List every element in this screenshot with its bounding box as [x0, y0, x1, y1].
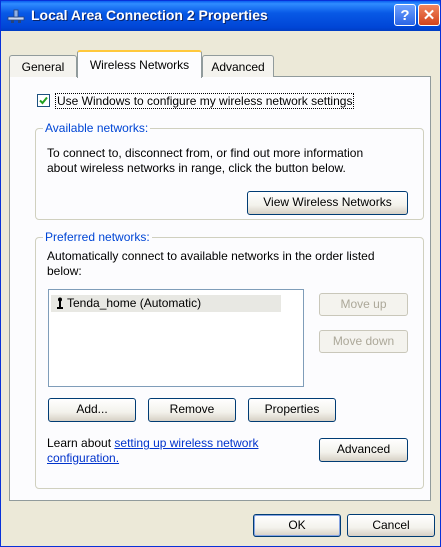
available-networks-legend: Available networks: — [43, 121, 151, 135]
remove-button[interactable]: Remove — [148, 398, 236, 422]
close-button[interactable]: ✕ — [418, 4, 440, 26]
remove-label: Remove — [169, 402, 215, 416]
move-up-button[interactable]: Move up — [319, 293, 408, 316]
tab-wireless-networks[interactable]: Wireless Networks — [77, 50, 202, 78]
learn-about-text: Learn about setting up wireless network — [47, 436, 258, 450]
view-wireless-networks-label: View Wireless Networks — [263, 195, 392, 209]
window-title: Local Area Connection 2 Properties — [31, 7, 268, 23]
learn-about-link[interactable]: setting up wireless network — [114, 436, 258, 450]
tab-advanced-label: Advanced — [211, 60, 265, 74]
ok-label: OK — [288, 518, 306, 532]
properties-button[interactable]: Properties — [248, 398, 336, 422]
add-button[interactable]: Add... — [48, 398, 136, 422]
use-windows-checkbox[interactable] — [37, 94, 50, 107]
close-icon: ✕ — [422, 7, 436, 24]
help-button[interactable]: ? — [394, 4, 416, 26]
wireless-antenna-icon — [56, 297, 64, 312]
move-down-label: Move down — [332, 334, 395, 348]
properties-dialog: Local Area Connection 2 Properties ? ✕ G… — [0, 0, 441, 547]
list-item-label: Tenda_home (Automatic) — [67, 296, 202, 310]
cancel-button[interactable]: Cancel — [347, 514, 435, 537]
preferred-networks-list[interactable]: Tenda_home (Automatic) — [48, 289, 304, 387]
tab-advanced[interactable]: Advanced — [202, 55, 274, 77]
view-wireless-networks-button[interactable]: View Wireless Networks — [247, 191, 408, 215]
properties-label: Properties — [264, 402, 320, 416]
tab-general-label: General — [21, 60, 65, 74]
advanced-button[interactable]: Advanced — [319, 438, 408, 462]
advanced-label: Advanced — [336, 442, 391, 456]
available-networks-text-line1: To connect to, disconnect from, or find … — [47, 146, 364, 160]
move-up-label: Move up — [340, 297, 387, 311]
preferred-networks-text-line2: below: — [47, 264, 82, 278]
learn-about-link-line2[interactable]: configuration. — [47, 451, 119, 465]
network-connection-icon — [7, 8, 25, 24]
use-windows-checkbox-label[interactable]: Use Windows to configure my wireless net… — [55, 93, 355, 109]
preferred-networks-text-line1: Automatically connect to available netwo… — [47, 249, 375, 263]
title-bar[interactable]: Local Area Connection 2 Properties ? ✕ — [1, 1, 440, 31]
ok-button[interactable]: OK — [253, 514, 341, 537]
move-down-button[interactable]: Move down — [319, 330, 408, 353]
learn-about-prefix: Learn about — [47, 436, 115, 450]
tab-general[interactable]: General — [9, 55, 77, 77]
list-item[interactable]: Tenda_home (Automatic) — [51, 295, 281, 312]
available-networks-text-line2: about wireless networks in range, click … — [47, 161, 346, 175]
preferred-networks-legend: Preferred networks: — [43, 230, 152, 244]
add-label: Add... — [76, 402, 108, 416]
help-icon: ? — [400, 7, 410, 24]
tab-wireless-networks-label: Wireless Networks — [89, 58, 190, 72]
checkmark-icon — [39, 96, 48, 105]
cancel-label: Cancel — [372, 518, 410, 532]
